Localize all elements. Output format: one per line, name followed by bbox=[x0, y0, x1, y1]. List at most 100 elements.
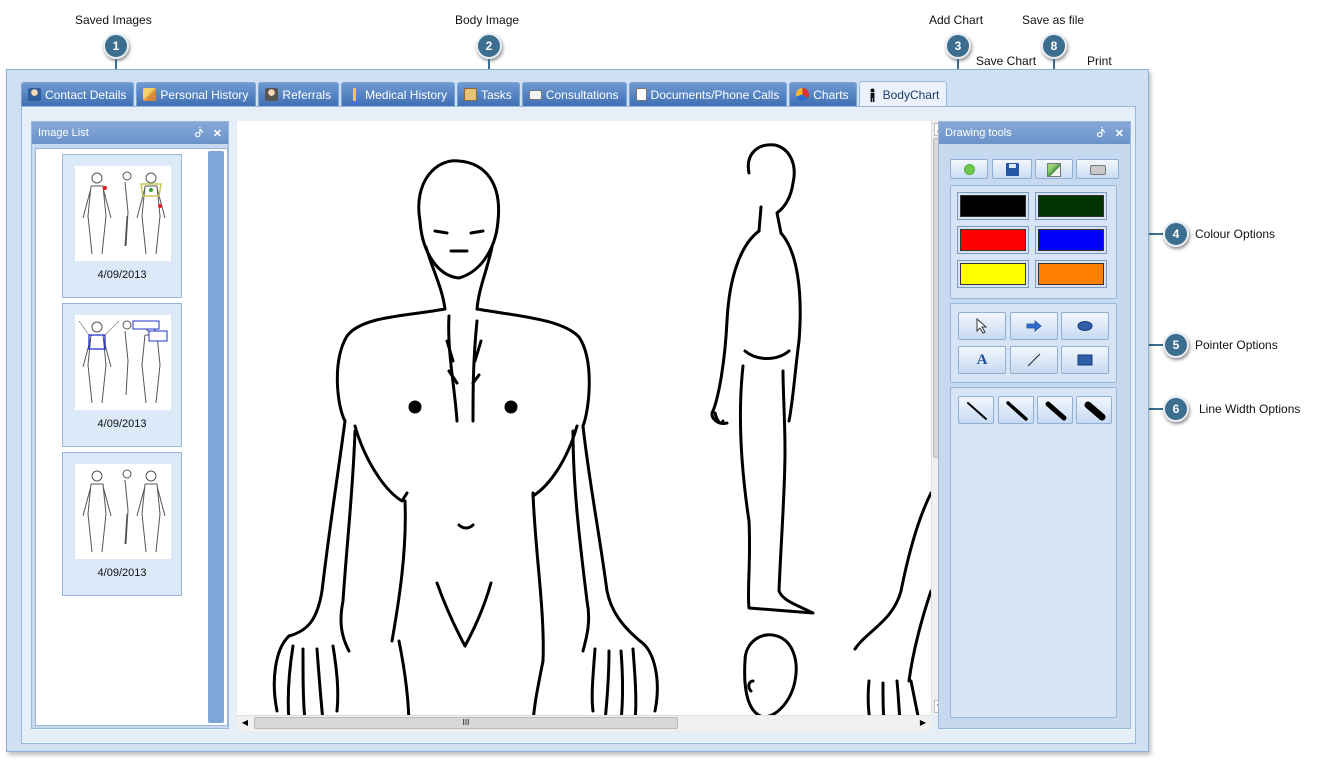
callout-number-1: 1 bbox=[103, 33, 129, 59]
print-button[interactable] bbox=[1076, 159, 1119, 179]
tab-label: BodyChart bbox=[882, 87, 940, 102]
caduceus-icon bbox=[348, 88, 362, 101]
color-swatch-dark-green[interactable] bbox=[1035, 192, 1107, 220]
line-tool-button[interactable] bbox=[1010, 346, 1058, 374]
cursor-arrow-icon bbox=[976, 318, 988, 334]
referral-person-icon bbox=[265, 88, 279, 101]
consultation-card-icon bbox=[528, 89, 542, 100]
color-swatch-black[interactable] bbox=[957, 192, 1029, 220]
callout-label-saved-images: Saved Images bbox=[75, 13, 152, 27]
text-letter-icon: A bbox=[976, 351, 988, 368]
image-list-body: 4/09/2013 4/09/2013 4/09/2013 bbox=[35, 148, 228, 726]
tab-consultations[interactable]: Consultations bbox=[521, 82, 627, 106]
callout-label-save-chart: Save Chart bbox=[976, 54, 1037, 68]
line-width-2-button[interactable] bbox=[998, 396, 1034, 424]
tab-label: Medical History bbox=[365, 87, 448, 102]
pin-icon[interactable]: ᕸ bbox=[195, 127, 204, 140]
tab-contact-details[interactable]: Contact Details bbox=[21, 82, 135, 106]
saved-image-thumbnail[interactable]: 4/09/2013 bbox=[62, 154, 182, 298]
pin-icon[interactable]: ᕸ bbox=[1097, 127, 1106, 140]
ellipse-tool-button[interactable] bbox=[1061, 312, 1109, 340]
thick-line-icon bbox=[1045, 401, 1067, 421]
ellipse-icon bbox=[1077, 321, 1093, 331]
tab-label: Tasks bbox=[481, 87, 512, 102]
horizontal-scroll-thumb[interactable]: III bbox=[254, 717, 678, 729]
save-as-file-button[interactable] bbox=[1035, 159, 1073, 179]
add-chart-icon bbox=[964, 164, 975, 175]
callout-label-pointer-options: Pointer Options bbox=[1195, 338, 1278, 352]
callout-number-2: 2 bbox=[476, 33, 502, 59]
line-width-4-button[interactable] bbox=[1076, 396, 1112, 424]
arrow-right-icon bbox=[1026, 320, 1042, 332]
thumbnail-picture bbox=[75, 315, 171, 410]
tab-bodychart[interactable]: BodyChart bbox=[858, 81, 948, 107]
canvas-horizontal-scrollbar[interactable]: ◀ III ▶ bbox=[237, 715, 931, 731]
image-list-title: Image List bbox=[38, 127, 89, 139]
body-image-canvas[interactable] bbox=[237, 121, 931, 728]
line-width-3-button[interactable] bbox=[1037, 396, 1073, 424]
callout-label-print: Print bbox=[1087, 54, 1112, 68]
swatch-color bbox=[960, 229, 1026, 251]
tab-label: Referrals bbox=[282, 87, 332, 102]
callout-label-save-as-file: Save as file bbox=[1022, 13, 1085, 27]
tab-label: Charts bbox=[813, 87, 849, 102]
callout-label-body-image: Body Image bbox=[455, 13, 520, 27]
scroll-left-icon[interactable]: ◀ bbox=[239, 717, 251, 729]
tab-medical-history[interactable]: Medical History bbox=[341, 82, 456, 106]
close-icon[interactable]: ✕ bbox=[1115, 127, 1124, 140]
saved-image-date: 4/09/2013 bbox=[97, 269, 147, 281]
tab-referrals[interactable]: Referrals bbox=[258, 82, 340, 106]
text-tool-button[interactable]: A bbox=[958, 346, 1006, 374]
thumbnail-picture bbox=[75, 166, 171, 261]
line-width-1-button[interactable] bbox=[958, 396, 994, 424]
select-pointer-button[interactable] bbox=[958, 312, 1006, 340]
color-swatch-blue[interactable] bbox=[1035, 226, 1107, 254]
pointer-options-group: A bbox=[950, 303, 1117, 383]
pencil-icon bbox=[143, 88, 157, 101]
tab-tasks[interactable]: Tasks bbox=[457, 82, 520, 106]
tab-strip: Contact Details Personal History Referra… bbox=[21, 81, 949, 107]
add-chart-button[interactable] bbox=[950, 159, 988, 179]
printer-icon bbox=[1090, 165, 1106, 175]
swatch-color bbox=[960, 195, 1026, 217]
tab-personal-history[interactable]: Personal History bbox=[136, 82, 257, 106]
swatch-color bbox=[960, 263, 1026, 285]
document-icon bbox=[635, 88, 647, 101]
body-figure-icon bbox=[870, 88, 875, 102]
image-list-scrollbar[interactable] bbox=[208, 151, 224, 723]
application-window: Contact Details Personal History Referra… bbox=[6, 69, 1149, 752]
tab-label: Personal History bbox=[160, 87, 249, 102]
drawing-tools-title: Drawing tools bbox=[945, 127, 1012, 139]
color-swatch-orange[interactable] bbox=[1035, 260, 1107, 288]
image-list-panel: Image List ᕸ ✕ 4/09/2013 4/09/2013 4/09/… bbox=[31, 121, 229, 729]
color-swatch-red[interactable] bbox=[957, 226, 1029, 254]
tasks-icon bbox=[464, 88, 478, 101]
callout-number-8: 8 bbox=[1041, 33, 1067, 59]
saved-image-date: 4/09/2013 bbox=[97, 567, 147, 579]
drawing-tools-header: Drawing tools ᕸ ✕ bbox=[939, 122, 1130, 144]
saved-image-date: 4/09/2013 bbox=[97, 418, 147, 430]
tab-documents-phone-calls[interactable]: Documents/Phone Calls bbox=[628, 82, 788, 106]
drawing-tools-panel: Drawing tools ᕸ ✕ A bbox=[938, 121, 1131, 729]
line-icon bbox=[1027, 353, 1041, 367]
color-swatch-yellow[interactable] bbox=[957, 260, 1029, 288]
rectangle-tool-button[interactable] bbox=[1061, 346, 1109, 374]
tab-label: Contact Details bbox=[45, 87, 127, 102]
line-width-options-group bbox=[950, 387, 1117, 718]
callout-label-add-chart: Add Chart bbox=[929, 13, 984, 27]
tab-label: Documents/Phone Calls bbox=[650, 87, 780, 102]
close-icon[interactable]: ✕ bbox=[213, 127, 222, 140]
swatch-color bbox=[1038, 263, 1104, 285]
swatch-color bbox=[1038, 195, 1104, 217]
scroll-right-icon[interactable]: ▶ bbox=[917, 717, 929, 729]
medium-line-icon bbox=[1006, 401, 1028, 421]
rectangle-icon bbox=[1077, 354, 1093, 366]
thumbnail-picture bbox=[75, 464, 171, 559]
saved-image-thumbnail[interactable]: 4/09/2013 bbox=[62, 303, 182, 447]
arrow-tool-button[interactable] bbox=[1010, 312, 1058, 340]
saved-image-thumbnail[interactable]: 4/09/2013 bbox=[62, 452, 182, 596]
tab-charts[interactable]: Charts bbox=[789, 82, 857, 106]
save-chart-button[interactable] bbox=[992, 159, 1032, 179]
callout-label-colour-options: Colour Options bbox=[1195, 227, 1276, 241]
bodychart-tab-content: Image List ᕸ ✕ 4/09/2013 4/09/2013 4/09/… bbox=[21, 106, 1136, 744]
